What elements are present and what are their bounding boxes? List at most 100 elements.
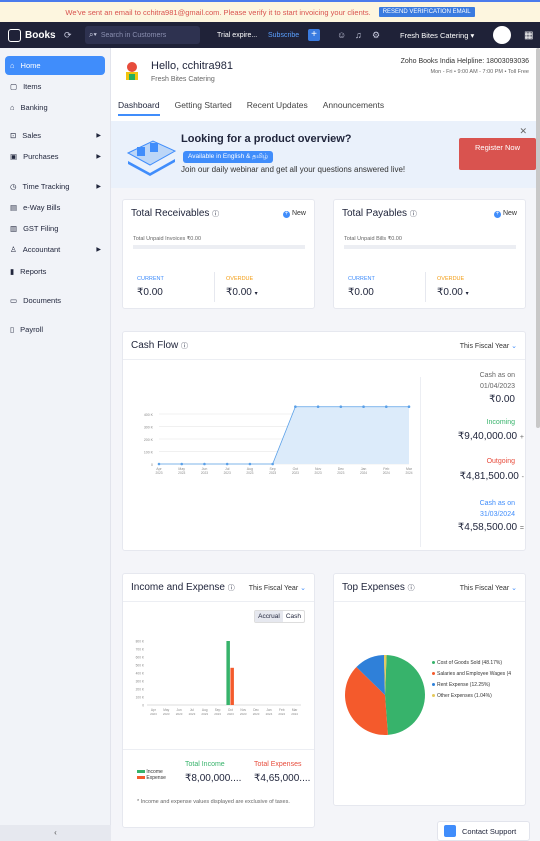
divider [425,272,426,302]
divider [334,601,525,602]
info-icon[interactable]: ⓘ [228,585,235,592]
cart-icon: ⊡ [10,131,17,140]
legend-label: Rent Expense (12.25%) [437,682,491,688]
chevron-right-icon: ▶ [96,247,101,253]
end-date: 31/03/2024 [479,511,515,518]
end-amount: ₹4,58,500.00 [457,522,518,533]
receivables-progress-bar [133,245,305,249]
income-expense-title: Income and Expense ⓘ [131,582,235,593]
contact-support-button[interactable]: Contact Support [437,821,530,841]
top-navbar: Books ⟳ ⌕▾ Search in Customers Trial exp… [0,22,540,48]
bar-income [226,641,230,705]
accrual-toggle[interactable]: Accrual [255,611,283,622]
cash-flow-card: Cash Flow ⓘ This Fiscal Year ⌄ 0 100 K 200… [122,331,526,551]
register-now-button[interactable]: Register Now [459,138,536,170]
chevron-down-icon: ⌄ [511,343,517,350]
overdue-label: OVERDUE [437,276,465,282]
pie-legend-item: Cost of Goods Sold (48.17%) [432,660,524,666]
box-icon: ▢ [10,82,18,91]
gear-icon[interactable]: ⚙ [372,30,380,41]
data-point [316,405,320,409]
document-icon: ▥ [10,224,18,233]
y-tick-label: 400 K [136,672,145,676]
app-logo[interactable]: Books [8,28,56,42]
overdue-label: OVERDUE [226,276,254,282]
subscribe-link[interactable]: Subscribe [268,32,299,39]
legend-expense: Expense [146,775,166,781]
close-icon[interactable]: ✕ [519,126,527,137]
trial-link[interactable]: Trial expire... [217,32,257,39]
sidebar-item-reports[interactable]: ▮ Reports [5,262,105,281]
pie-legend: Cost of Goods Sold (48.17%) Salaries and … [432,660,524,704]
sidebar-item-gst-filing[interactable]: ▥ GST Filing [5,219,105,238]
new-invoice-button[interactable]: + New [282,210,306,218]
sidebar-item-label: GST Filing [23,224,59,233]
y-tick-label: 200 K [136,688,145,692]
info-icon[interactable]: ⓘ [181,343,188,350]
minus-sign: - [521,474,524,481]
sidebar-item-sales[interactable]: ⊡ Sales ▶ [5,126,105,145]
page-scrollbar[interactable] [536,48,540,428]
payables-title: Total Payables ⓘ [342,208,417,219]
overdue-value: ₹0.00 [437,287,463,298]
search-placeholder: Search in Customers [100,31,167,39]
search-input[interactable]: ⌕▾ Search in Customers [85,26,200,44]
sidebar-item-purchases[interactable]: ▣ Purchases ▶ [5,147,105,166]
chevron-left-icon: ‹ [54,828,57,837]
sidebar-item-time-tracking[interactable]: ◷ Time Tracking ▶ [5,177,105,196]
organization-switcher[interactable]: Fresh Bites Catering ▾ [400,31,474,40]
apps-grid-icon[interactable]: ▦ [524,30,533,41]
end-value: ₹4,58,500.00 = [458,522,524,533]
quick-create-button[interactable]: + [308,29,320,41]
y-tick-label: 100 K [136,696,145,700]
income-expense-period-dropdown[interactable]: This Fiscal Year ⌄ [249,584,306,592]
webinar-promo-banner: Looking for a product overview? Availabl… [111,121,540,188]
sidebar-collapse-button[interactable]: ‹ [0,825,111,841]
y-tick-label: 700 K [136,648,145,652]
tab-getting-started[interactable]: Getting Started [175,100,232,116]
sidebar-item-documents[interactable]: ▭ Documents [5,291,105,310]
incoming-value: ₹9,40,000.00 + [458,431,524,442]
sidebar-item-eway-bills[interactable]: ▤ e-Way Bills [5,198,105,217]
sidebar-item-home[interactable]: ⌂ Home [5,56,105,75]
resend-verification-button[interactable]: RESEND VERIFICATION EMAIL [378,7,475,17]
cashflow-period-dropdown[interactable]: This Fiscal Year ⌄ [460,342,517,350]
overdue-dropdown[interactable]: ₹0.00 ▾ [437,287,469,298]
plus-icon: + [493,211,501,218]
unpaid-bills: Total Unpaid Bills ₹0.00 [344,236,402,242]
cash-start: Cash as on 01/04/2023 [480,370,515,392]
tab-announcements[interactable]: Announcements [323,100,384,116]
chevron-down-icon: ⌄ [511,585,517,592]
info-icon[interactable]: ⓘ [212,211,219,218]
tab-recent-updates[interactable]: Recent Updates [247,100,308,116]
cash-toggle[interactable]: Cash [283,611,304,622]
x-tick-label: 2023 [201,471,208,475]
overdue-dropdown[interactable]: ₹0.00 ▾ [226,287,258,298]
new-bill-button[interactable]: + New [493,210,517,218]
top-expenses-title-text: Top Expenses [342,582,405,593]
bank-icon: ⌂ [10,103,15,112]
bell-icon[interactable]: ♫ [355,30,362,40]
outgoing-label: Outgoing [486,458,515,465]
sidebar-item-banking[interactable]: ⌂ Banking [5,98,105,117]
info-icon[interactable]: ⓘ [410,211,417,218]
sidebar-item-items[interactable]: ▢ Items [5,77,105,96]
income-expense-title-text: Income and Expense [131,582,225,593]
chevron-right-icon: ▶ [96,133,101,139]
sidebar-item-label: Documents [23,296,62,305]
top-expenses-title: Top Expenses ⓘ [342,582,415,593]
refresh-icon[interactable]: ⟳ [64,30,72,41]
cash-as-on-label: Cash as on [479,372,515,379]
y-tick-label: 400 K [144,413,154,417]
sidebar-item-accountant[interactable]: ♙ Accountant ▶ [5,240,105,259]
users-icon[interactable]: ☺ [337,30,346,40]
sidebar-item-payroll[interactable]: ▯ Payroll [5,320,105,339]
avatar[interactable] [493,26,511,44]
tab-dashboard[interactable]: Dashboard [118,100,160,116]
cash-end: Cash as on 31/03/2024 [480,498,515,520]
current-value: ₹0.00 [348,287,374,298]
top-expenses-period-dropdown[interactable]: This Fiscal Year ⌄ [460,584,517,592]
sidebar-item-label: Sales [22,131,42,140]
info-icon[interactable]: ⓘ [408,585,415,592]
search-icon[interactable]: ⌕▾ [89,30,97,40]
